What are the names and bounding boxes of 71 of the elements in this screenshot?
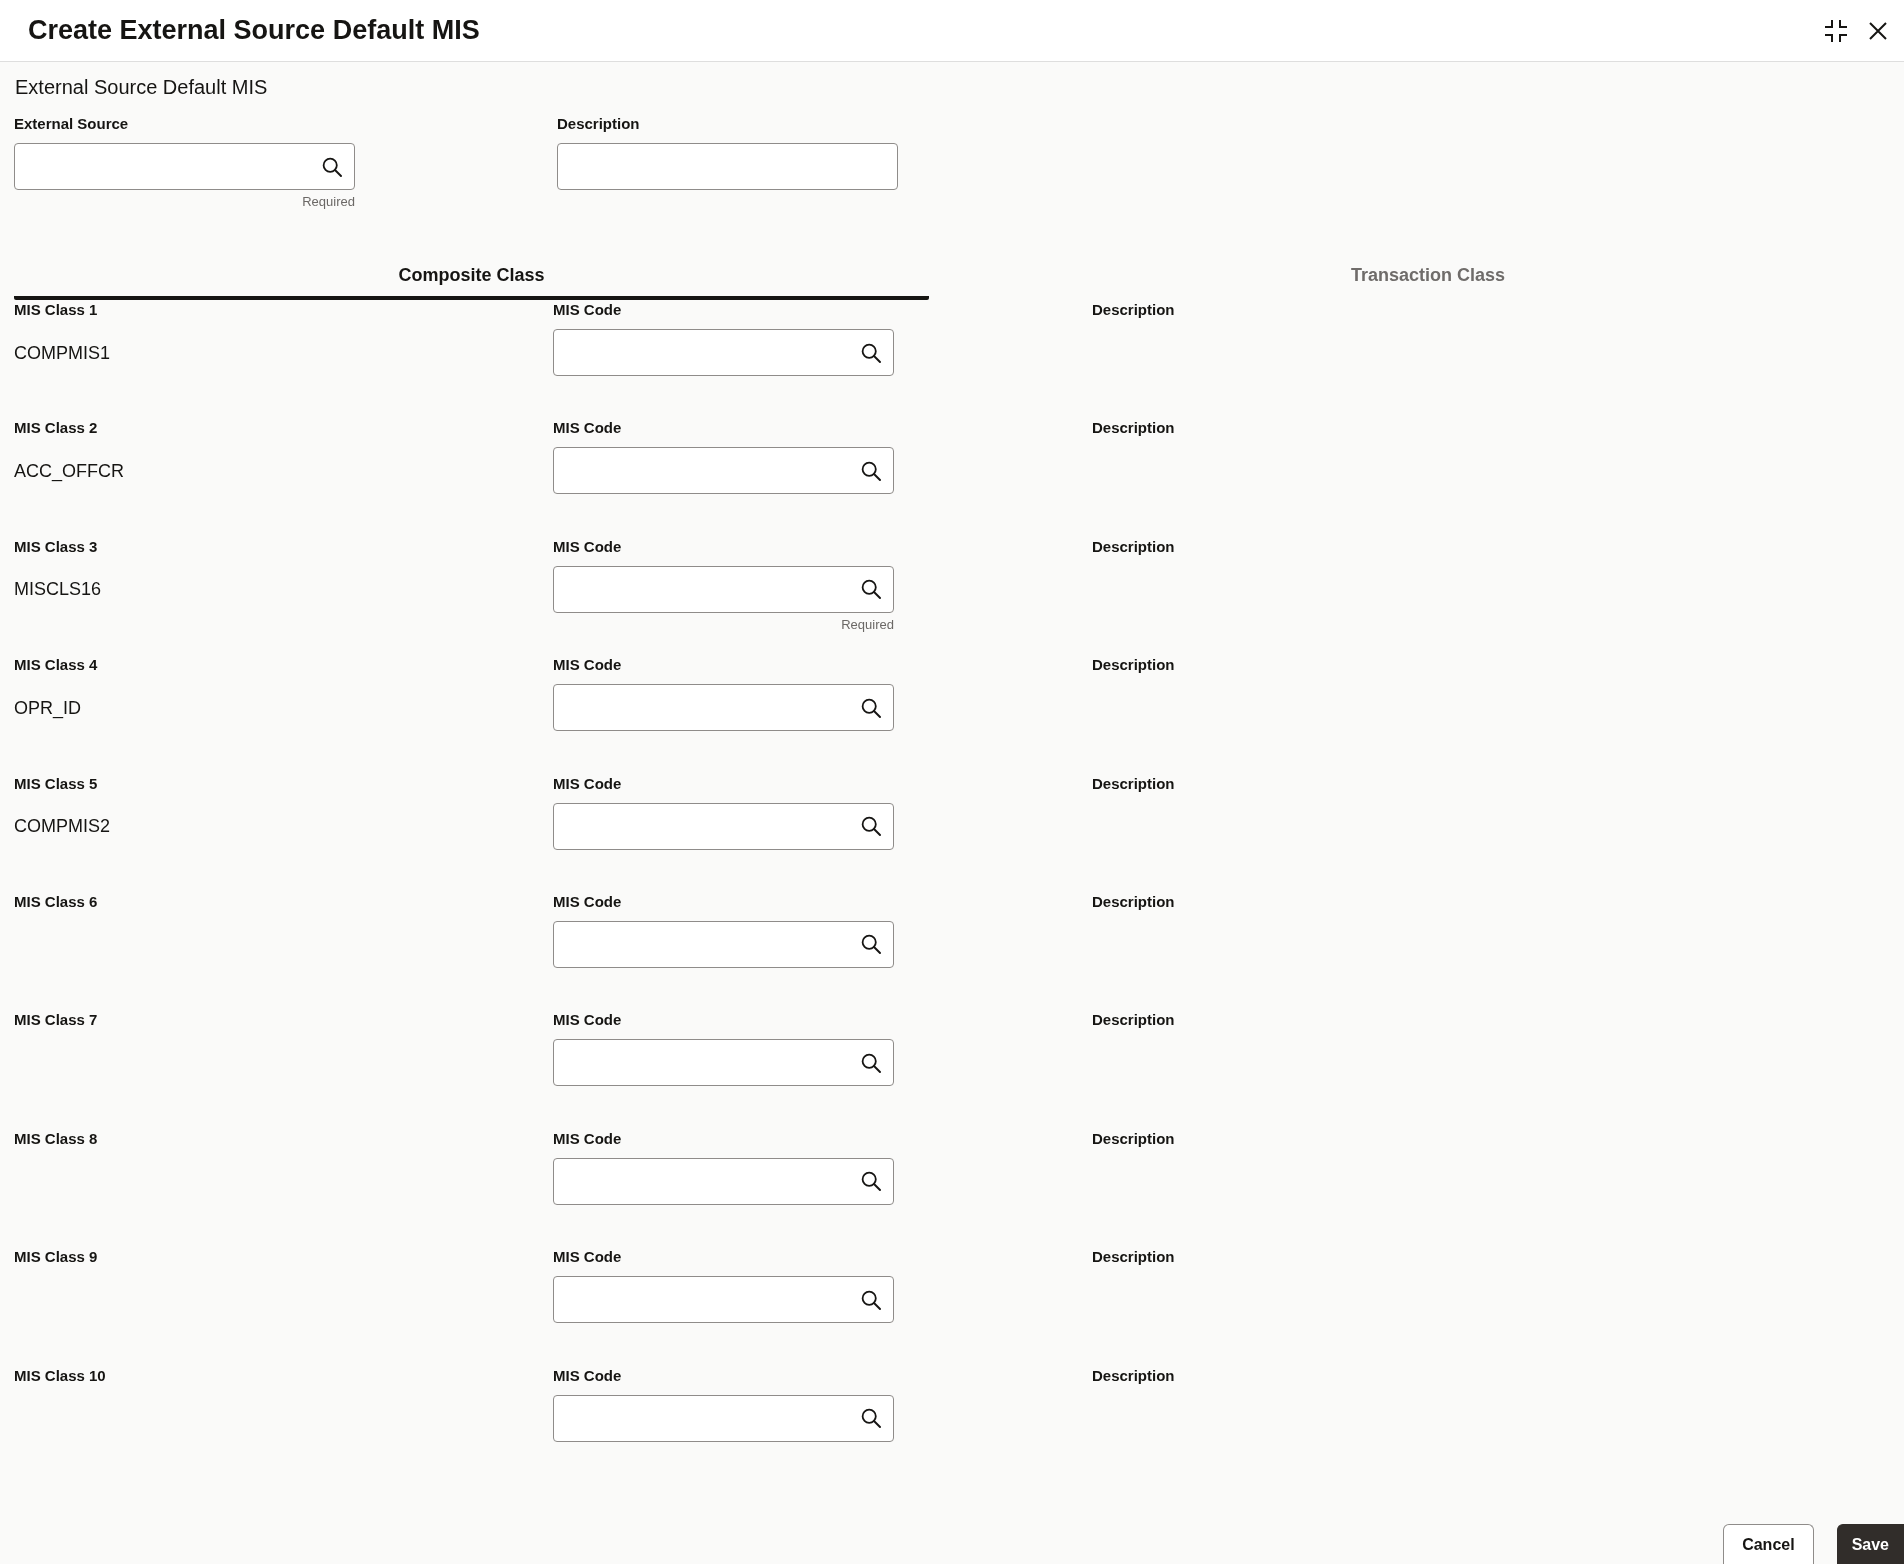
helper-text: Required <box>841 616 894 633</box>
field-value: COMPMIS1 <box>14 341 110 364</box>
field-label: Description <box>1092 892 1176 911</box>
lookup-field[interactable] <box>553 684 894 732</box>
field-label: MIS Class 1 <box>14 301 99 319</box>
search-icon[interactable] <box>861 1289 881 1310</box>
field-label: Description <box>1092 537 1176 556</box>
lookup-field[interactable] <box>14 143 355 190</box>
field-label: MIS Class 4 <box>14 656 99 675</box>
field-label: MIS Code <box>553 656 623 675</box>
search-icon[interactable] <box>861 1052 881 1073</box>
field-label: MIS Code <box>553 1011 623 1030</box>
lookup-field[interactable] <box>553 329 894 376</box>
save-button[interactable]: Save <box>1836 1524 1904 1564</box>
lookup-field[interactable] <box>553 565 894 613</box>
field-value: ACC_OFFCR <box>14 459 124 482</box>
field-label: MIS Class 9 <box>14 1248 99 1267</box>
field-label: Description <box>1092 774 1176 793</box>
field-label: Description <box>1092 301 1176 319</box>
field-label: MIS Code <box>553 419 623 438</box>
search-icon[interactable] <box>861 816 881 837</box>
collapse-icon <box>1824 18 1848 43</box>
search-icon[interactable] <box>861 579 881 600</box>
field-label: MIS Code <box>553 1366 623 1385</box>
close-icon <box>1869 21 1887 40</box>
field-label: MIS Class 7 <box>14 1011 99 1030</box>
field-label: External Source <box>14 115 130 133</box>
field-label: MIS Class 2 <box>14 419 99 438</box>
field-label: MIS Code <box>553 1129 623 1148</box>
field-label: MIS Code <box>553 537 623 556</box>
field-label: Description <box>1092 1366 1176 1385</box>
field-value: OPR_ID <box>14 696 82 719</box>
field-label: MIS Class 3 <box>14 537 99 556</box>
lookup-field[interactable] <box>553 1039 894 1087</box>
field-label: Description <box>1092 1248 1176 1267</box>
field-label: Description <box>557 115 641 133</box>
field-value: COMPMIS2 <box>14 815 110 838</box>
tab[interactable]: Transaction Class <box>952 256 1904 300</box>
search-icon[interactable] <box>861 1408 881 1428</box>
field-label: MIS Code <box>553 892 623 911</box>
field-label: MIS Code <box>553 774 623 793</box>
search-icon[interactable] <box>861 460 881 481</box>
field-label: MIS Class 6 <box>14 892 99 911</box>
lookup-field[interactable] <box>553 920 894 968</box>
helper-text: Required <box>302 194 355 210</box>
lookup-field[interactable] <box>553 1394 894 1442</box>
lookup-field[interactable] <box>553 1276 894 1324</box>
field-label: MIS Code <box>553 1248 623 1267</box>
field-label: Description <box>1092 1011 1176 1030</box>
field-label: MIS Class 8 <box>14 1129 99 1148</box>
search-icon[interactable] <box>322 156 342 177</box>
field-label: Description <box>1092 656 1176 675</box>
field-label: MIS Class 5 <box>14 774 99 793</box>
field-label: MIS Code <box>553 301 623 319</box>
dialog-title: Create External Source Default MIS <box>28 15 481 46</box>
lookup-field[interactable] <box>553 1157 894 1205</box>
field-value: MISCLS16 <box>14 578 102 601</box>
field-label: MIS Class 10 <box>14 1366 107 1385</box>
lookup-field[interactable] <box>553 802 894 850</box>
search-icon[interactable] <box>861 342 881 363</box>
field-label: Description <box>1092 419 1176 438</box>
cancel-button[interactable]: Cancel <box>1723 1524 1814 1564</box>
search-icon[interactable] <box>861 934 881 955</box>
tab[interactable]: Composite Class <box>14 256 929 300</box>
lookup-field[interactable] <box>553 447 894 495</box>
collapse-button[interactable] <box>1824 18 1848 43</box>
field-label: Description <box>1092 1129 1176 1148</box>
search-icon[interactable] <box>861 1171 881 1192</box>
input-field[interactable] <box>557 143 898 190</box>
section-title: External Source Default MIS <box>15 75 269 99</box>
search-icon[interactable] <box>861 697 881 718</box>
